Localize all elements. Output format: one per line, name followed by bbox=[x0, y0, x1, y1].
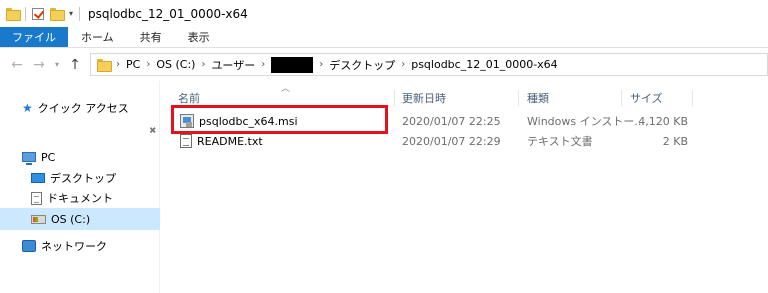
star-icon: ★ bbox=[22, 101, 33, 115]
sidebar-item-quick-access[interactable]: ★ クイック アクセス bbox=[0, 97, 160, 119]
navigation-pane: ★ クイック アクセス ✚ PC デスクトップ ドキュメント OS (C:) ネ… bbox=[0, 81, 160, 293]
sidebar-item-documents[interactable]: ドキュメント bbox=[0, 187, 160, 209]
file-name-cell[interactable]: README.txt bbox=[180, 131, 263, 151]
sidebar-item-drive-c[interactable]: OS (C:) bbox=[0, 208, 160, 230]
breadcrumb-separator[interactable]: › bbox=[401, 59, 405, 70]
folder-icon bbox=[97, 59, 112, 72]
file-type: テキスト文書 bbox=[527, 135, 593, 148]
sidebar-item-pc[interactable]: PC bbox=[0, 146, 160, 168]
navigation-bar: ← → ▾ ↑ › PC › OS (C:) › ユーザー › › デスクトップ… bbox=[0, 48, 768, 81]
breadcrumb-separator[interactable]: › bbox=[201, 59, 205, 70]
pin-icon[interactable]: ✚ bbox=[146, 125, 158, 137]
breadcrumb-separator[interactable]: › bbox=[116, 59, 120, 70]
sort-ascending-icon: ︿ bbox=[281, 84, 291, 94]
column-divider[interactable] bbox=[692, 90, 693, 106]
sidebar-item-network[interactable]: ネットワーク bbox=[0, 235, 160, 257]
file-date: 2020/01/07 22:25 bbox=[402, 114, 501, 128]
sidebar-item-label: PC bbox=[41, 150, 56, 164]
sidebar-item-label: デスクトップ bbox=[50, 172, 116, 185]
sidebar-item-label: ドキュメント bbox=[47, 192, 113, 205]
up-arrow-icon[interactable]: ↑ bbox=[64, 57, 86, 73]
file-name: README.txt bbox=[197, 134, 263, 148]
file-size: 2 KB bbox=[662, 134, 688, 148]
text-document-icon bbox=[180, 134, 192, 148]
toolbar-divider bbox=[79, 6, 81, 21]
column-header-type[interactable]: 種類 bbox=[527, 88, 549, 108]
document-icon bbox=[31, 191, 42, 205]
sidebar-item-label: クイック アクセス bbox=[37, 102, 129, 115]
tab-file[interactable]: ファイル bbox=[0, 27, 68, 47]
new-folder-icon[interactable] bbox=[50, 8, 65, 21]
title-bar: ▾ psqlodbc_12_01_0000-x64 bbox=[0, 0, 768, 27]
breadcrumb-pc[interactable]: PC bbox=[126, 58, 140, 71]
breadcrumb-desktop[interactable]: デスクトップ bbox=[329, 57, 395, 73]
file-date: 2020/01/07 22:29 bbox=[402, 134, 501, 148]
window-title: psqlodbc_12_01_0000-x64 bbox=[88, 6, 248, 21]
network-icon bbox=[22, 240, 36, 252]
tab-share[interactable]: 共有 bbox=[127, 27, 175, 47]
breadcrumb-drive[interactable]: OS (C:) bbox=[156, 58, 195, 71]
column-divider[interactable] bbox=[394, 90, 395, 106]
ribbon-tabs: ファイル ホーム 共有 表示 bbox=[0, 27, 768, 48]
file-row[interactable]: README.txt 2020/01/07 22:29 テキスト文書 2 KB bbox=[161, 131, 691, 151]
breadcrumb-separator[interactable]: › bbox=[261, 59, 265, 70]
toolbar-divider bbox=[25, 6, 26, 21]
file-list-view: ︿ 名前 更新日時 種類 サイズ psqlodbc_x64.msi 2020/0… bbox=[161, 81, 768, 293]
address-bar[interactable]: › PC › OS (C:) › ユーザー › › デスクトップ › psqlo… bbox=[90, 53, 768, 76]
tab-home[interactable]: ホーム bbox=[68, 27, 127, 47]
quick-access-toolbar: ▾ bbox=[0, 6, 81, 21]
breadcrumb-separator[interactable]: › bbox=[319, 59, 323, 70]
desktop-icon bbox=[31, 173, 45, 183]
sidebar-item-label: OS (C:) bbox=[51, 212, 91, 226]
tab-view[interactable]: 表示 bbox=[175, 27, 223, 47]
computer-icon bbox=[22, 152, 36, 165]
column-divider[interactable] bbox=[621, 90, 622, 106]
sidebar-item-label: ネットワーク bbox=[41, 240, 107, 253]
file-size: 4,120 KB bbox=[638, 114, 688, 128]
back-arrow-icon[interactable]: ← bbox=[6, 57, 28, 73]
folder-icon bbox=[6, 8, 21, 21]
breadcrumb-users[interactable]: ユーザー bbox=[211, 57, 255, 73]
column-header-size[interactable]: サイズ bbox=[630, 88, 663, 108]
recent-locations-dropdown-icon[interactable]: ▾ bbox=[50, 60, 64, 69]
column-divider[interactable] bbox=[518, 90, 519, 106]
breadcrumb-separator[interactable]: › bbox=[146, 59, 150, 70]
redacted-username bbox=[271, 56, 314, 73]
breadcrumb-current-folder[interactable]: psqlodbc_12_01_0000-x64 bbox=[411, 58, 557, 71]
sidebar-item-desktop[interactable]: デスクトップ bbox=[0, 167, 160, 189]
forward-arrow-icon[interactable]: → bbox=[28, 57, 50, 73]
customize-dropdown-icon[interactable]: ▾ bbox=[69, 9, 73, 18]
highlight-annotation-box bbox=[171, 105, 388, 134]
drive-icon bbox=[31, 214, 46, 224]
properties-check-icon[interactable] bbox=[32, 7, 44, 20]
column-header-date[interactable]: 更新日時 bbox=[402, 88, 446, 108]
